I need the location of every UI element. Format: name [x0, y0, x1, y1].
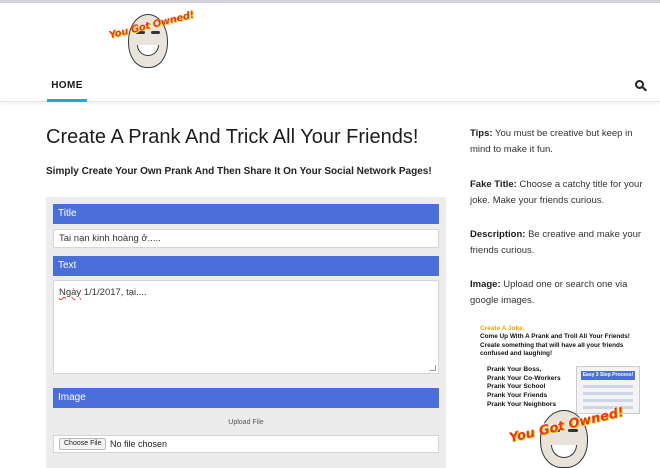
promo-banner[interactable]: Create A Joke, Come Up With A Prank and …	[478, 322, 646, 468]
site-logo[interactable]: You Got Owned!	[108, 8, 195, 74]
file-status-text: No file chosen	[110, 439, 168, 449]
tip-general-label: Tips:	[470, 128, 493, 139]
page-subtitle: Simply Create Your Own Prank And Then Sh…	[46, 166, 432, 177]
tip-fake-title: Fake Title: Choose a catchy title for yo…	[470, 177, 650, 209]
tip-general: Tips: You must be creative but keep in m…	[470, 126, 650, 158]
title-section-header: Title	[53, 204, 439, 224]
promo-form-preview: Easy 3 Step Process!	[576, 366, 640, 414]
text-textarea[interactable]: Ngày 1/1/2017, tại....	[53, 280, 439, 374]
choose-file-button[interactable]: Choose File	[59, 438, 107, 450]
promo-list-item: Prank Your School	[487, 383, 546, 391]
text-value: 1/1/2017, tại....	[81, 287, 147, 298]
prank-form: Title Tai nạn kinh hoàng ở..... Text Ngà…	[46, 197, 446, 468]
promo-line: confused and laughing!	[480, 350, 553, 357]
upload-file-label: Upload File	[228, 419, 264, 426]
promo-heading: Create A Joke,	[480, 325, 525, 332]
promo-list: Prank Your Boss, Prank Your Co-Workers P…	[487, 366, 561, 410]
image-section-header: Image	[53, 388, 439, 408]
promo-box-title: Easy 3 Step Process!	[581, 371, 635, 380]
tip-description-label: Description:	[470, 229, 526, 240]
resize-handle[interactable]	[430, 365, 436, 371]
nav-home-link[interactable]: HOME	[47, 76, 87, 102]
title-input[interactable]: Tai nạn kinh hoàng ở.....	[53, 229, 439, 248]
tip-image-label: Image:	[470, 279, 501, 290]
text-value-misspelled: Ngày	[59, 287, 82, 298]
promo-text: Come Up With A Prank and Troll All Your …	[480, 333, 646, 359]
promo-list-item: Prank Your Boss,	[487, 366, 542, 373]
tip-fake-title-label: Fake Title:	[470, 179, 517, 190]
promo-line: Come Up With A Prank and Troll All Your …	[480, 333, 630, 340]
promo-line: Create something that will have all your…	[480, 341, 624, 349]
top-border	[0, 0, 660, 3]
search-icon[interactable]	[635, 80, 647, 92]
tip-description: Description: Be creative and make your f…	[470, 227, 650, 259]
tip-general-text: You must be creative but keep in mind to…	[470, 128, 633, 155]
promo-list-item: Prank Your Friends	[487, 392, 548, 400]
promo-list-item: Prank Your Neighbors	[487, 400, 557, 408]
file-input[interactable]: Choose File No file chosen	[53, 435, 439, 453]
promo-list-item: Prank Your Co-Workers	[487, 374, 561, 382]
text-section-header: Text	[53, 256, 439, 276]
tip-image: Image: Upload one or search one via goog…	[470, 277, 650, 309]
main-navbar: HOME	[0, 70, 660, 102]
page-title: Create A Prank And Trick All Your Friend…	[46, 126, 419, 148]
